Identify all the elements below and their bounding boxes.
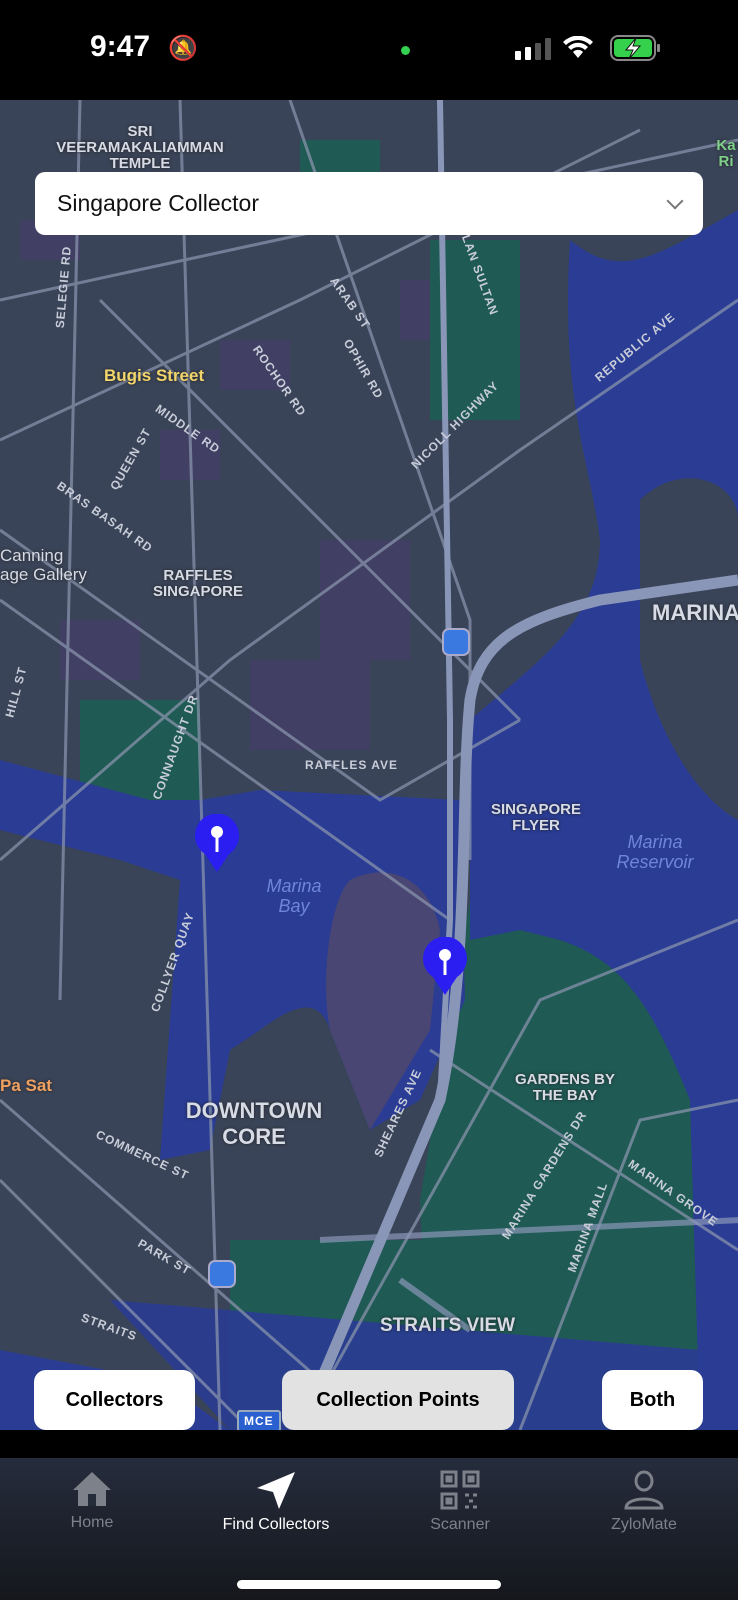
collection-point-pin[interactable] <box>193 814 241 874</box>
map-view[interactable]: SRI VEERAMAKALIAMMAN TEMPLE Bugis Street… <box>0 100 738 1430</box>
poi-label[interactable]: Bugis Street <box>104 367 204 384</box>
tab-bar: Home Find Collectors Scanner ZyloMate <box>0 1458 738 1600</box>
filter-both-button[interactable]: Both <box>602 1370 703 1430</box>
tab-label: Scanner <box>430 1516 490 1533</box>
home-indicator[interactable] <box>237 1580 501 1589</box>
person-icon <box>624 1470 664 1510</box>
collection-point-pin[interactable] <box>421 937 469 997</box>
home-icon <box>73 1472 111 1506</box>
qr-code-icon <box>440 1470 480 1510</box>
status-bar: 9:47 🔕 <box>0 0 738 100</box>
poi-label[interactable]: SINGAPORE FLYER <box>484 802 588 834</box>
battery-charging-icon <box>610 35 660 61</box>
poi-label[interactable]: GARDENS BY THE BAY <box>510 1072 620 1104</box>
water-label: Marina Reservoir <box>616 832 694 872</box>
bell-slash-icon: 🔕 <box>168 35 198 62</box>
tab-scanner[interactable]: Scanner <box>380 1470 540 1534</box>
district-label: STRAITS VIEW <box>380 1315 516 1336</box>
cellular-icon <box>515 38 551 60</box>
collector-select-value: Singapore Collector <box>57 190 260 216</box>
collector-select[interactable]: Singapore Collector <box>35 172 703 235</box>
poi-label[interactable]: Ka Ri <box>716 138 736 170</box>
tab-label: Find Collectors <box>222 1516 330 1533</box>
district-label: DOWNTOWN CORE <box>185 1098 323 1149</box>
paper-plane-icon <box>257 1472 295 1509</box>
poi-label[interactable]: Pa Sat <box>0 1077 52 1094</box>
district-label: MARINA <box>652 600 738 625</box>
privacy-indicator <box>401 46 410 55</box>
poi-label[interactable]: SRI VEERAMAKALIAMMAN TEMPLE <box>50 124 230 172</box>
poi-label[interactable]: RAFFLES SINGAPORE <box>148 568 248 600</box>
mce-highway-sign: MCE <box>237 1410 281 1430</box>
tab-zylomate[interactable]: ZyloMate <box>564 1470 724 1534</box>
tab-find-collectors[interactable]: Find Collectors <box>196 1470 356 1534</box>
tab-label: ZyloMate <box>611 1516 677 1533</box>
wifi-icon <box>563 36 593 58</box>
tab-home[interactable]: Home <box>12 1470 172 1532</box>
chevron-down-icon <box>666 192 684 209</box>
filter-collection-points-button[interactable]: Collection Points <box>282 1370 514 1430</box>
water-label: Marina Bay <box>266 876 322 916</box>
metro-station-icon[interactable] <box>208 1260 236 1288</box>
poi-label[interactable]: Canning age Gallery <box>0 546 96 584</box>
road-label: RAFFLES AVE <box>305 758 399 772</box>
metro-station-icon[interactable] <box>442 628 470 656</box>
filter-collectors-button[interactable]: Collectors <box>34 1370 195 1430</box>
tab-label: Home <box>70 1514 114 1531</box>
clock: 9:47 <box>90 30 151 63</box>
